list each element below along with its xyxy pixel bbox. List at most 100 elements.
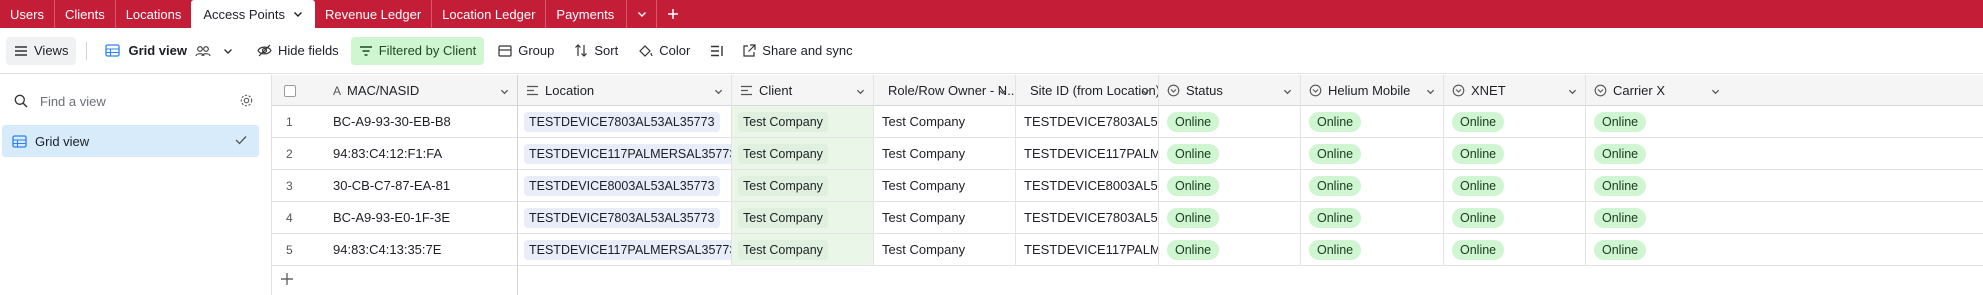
xnet-cell[interactable]: Online: [1444, 138, 1586, 169]
table-row[interactable]: 1 BC-A9-93-30-EB-B8 TESTDEVICE7803AL53AL…: [272, 106, 1983, 138]
tab-revenue-ledger[interactable]: Revenue Ledger: [315, 0, 433, 28]
xnet-cell[interactable]: Online: [1444, 202, 1586, 233]
current-view-button[interactable]: Grid view: [97, 37, 241, 65]
mac-cell[interactable]: 94:83:C4:12:F1:FA: [325, 138, 518, 169]
column-header-client[interactable]: Client: [732, 75, 874, 106]
site-id-cell[interactable]: TESTDEVICE7803AL53AL35...: [1016, 202, 1159, 233]
tab-access-points[interactable]: Access Points: [191, 0, 316, 28]
site-id-cell[interactable]: TESTDEVICE117PALMERSA...: [1016, 234, 1159, 265]
owner-cell[interactable]: Test Company: [874, 202, 1016, 233]
status-cell[interactable]: Online: [1159, 138, 1301, 169]
table-row[interactable]: 3 30-CB-C7-87-EA-81 TESTDEVICE8003AL53AL…: [272, 170, 1983, 202]
mac-cell[interactable]: 30-CB-C7-87-EA-81: [325, 170, 518, 201]
site-id-cell[interactable]: TESTDEVICE117PALMERSA...: [1016, 138, 1159, 169]
column-header-role-owner[interactable]: Role/Row Owner - N...: [874, 75, 1016, 106]
client-cell[interactable]: Test Company: [732, 170, 874, 201]
column-header-helium-mobile[interactable]: Helium Mobile: [1301, 75, 1444, 106]
chevron-down-icon[interactable]: [293, 9, 303, 19]
linked-record-pill[interactable]: Test Company: [738, 143, 828, 164]
carrier-cell[interactable]: Online: [1586, 138, 1728, 169]
location-cell[interactable]: TESTDEVICE117PALMERSAL35773: [518, 138, 732, 169]
color-button[interactable]: Color: [630, 37, 698, 65]
owner-cell[interactable]: Test Company: [874, 138, 1016, 169]
linked-record-pill[interactable]: TESTDEVICE7803AL53AL35773: [524, 207, 720, 228]
chevron-down-icon[interactable]: [1426, 87, 1435, 96]
gear-icon[interactable]: [239, 93, 254, 108]
sort-button[interactable]: Sort: [566, 37, 626, 65]
share-and-sync-button[interactable]: Share and sync: [734, 37, 860, 65]
helium-cell[interactable]: Online: [1301, 202, 1444, 233]
xnet-cell[interactable]: Online: [1444, 106, 1586, 137]
linked-record-pill[interactable]: TESTDEVICE7803AL53AL35773: [524, 111, 720, 132]
add-table-button[interactable]: [657, 0, 689, 28]
group-button[interactable]: Group: [490, 37, 562, 65]
status-cell[interactable]: Online: [1159, 170, 1301, 201]
carrier-cell[interactable]: Online: [1586, 234, 1728, 265]
helium-cell[interactable]: Online: [1301, 106, 1444, 137]
chevron-down-icon[interactable]: [998, 87, 1007, 96]
row-height-button[interactable]: [702, 37, 732, 65]
status-cell[interactable]: Online: [1159, 202, 1301, 233]
tab-locations[interactable]: Locations: [116, 0, 192, 28]
helium-cell[interactable]: Online: [1301, 170, 1444, 201]
client-cell[interactable]: Test Company: [732, 138, 874, 169]
filter-button[interactable]: Filtered by Client: [350, 36, 485, 65]
tab-clients[interactable]: Clients: [55, 0, 116, 28]
select-all-checkbox-cell[interactable]: [272, 75, 325, 106]
column-header-location[interactable]: Location: [518, 75, 732, 106]
chevron-down-icon[interactable]: [1141, 87, 1150, 96]
status-cell[interactable]: Online: [1159, 106, 1301, 137]
column-header-mac[interactable]: A MAC/NASID: [325, 75, 518, 106]
helium-cell[interactable]: Online: [1301, 138, 1444, 169]
linked-record-pill[interactable]: TESTDEVICE117PALMERSAL35773: [524, 143, 731, 164]
select-all-checkbox[interactable]: [284, 84, 296, 97]
search-input[interactable]: Find a view: [40, 94, 106, 109]
status-cell[interactable]: Online: [1159, 234, 1301, 265]
chevron-down-icon[interactable]: [1711, 87, 1720, 96]
hide-fields-button[interactable]: Hide fields: [249, 37, 347, 65]
tab-payments[interactable]: Payments: [546, 0, 628, 28]
location-cell[interactable]: TESTDEVICE7803AL53AL35773: [518, 106, 732, 137]
column-header-status[interactable]: Status: [1159, 75, 1301, 106]
linked-record-pill[interactable]: Test Company: [738, 111, 828, 132]
linked-record-pill[interactable]: Test Company: [738, 239, 828, 260]
chevron-down-icon[interactable]: [714, 87, 723, 96]
mac-cell[interactable]: 94:83:C4:13:35:7E: [325, 234, 518, 265]
xnet-cell[interactable]: Online: [1444, 170, 1586, 201]
helium-cell[interactable]: Online: [1301, 234, 1444, 265]
linked-record-pill[interactable]: TESTDEVICE117PALMERSAL35773: [524, 239, 731, 260]
carrier-cell[interactable]: Online: [1586, 106, 1728, 137]
more-tables-button[interactable]: [627, 0, 658, 28]
carrier-cell[interactable]: Online: [1586, 170, 1728, 201]
column-header-carrier-x[interactable]: Carrier X: [1586, 75, 1728, 106]
location-cell[interactable]: TESTDEVICE7803AL53AL35773: [518, 202, 732, 233]
add-record-button[interactable]: [280, 272, 296, 288]
owner-cell[interactable]: Test Company: [874, 170, 1016, 201]
location-cell[interactable]: TESTDEVICE117PALMERSAL35773: [518, 234, 732, 265]
owner-cell[interactable]: Test Company: [874, 234, 1016, 265]
mac-cell[interactable]: BC-A9-93-E0-1F-3E: [325, 202, 518, 233]
carrier-cell[interactable]: Online: [1586, 202, 1728, 233]
linked-record-pill[interactable]: Test Company: [738, 207, 828, 228]
mac-cell[interactable]: BC-A9-93-30-EB-B8: [325, 106, 518, 137]
owner-cell[interactable]: Test Company: [874, 106, 1016, 137]
chevron-down-icon[interactable]: [1283, 87, 1292, 96]
site-id-cell[interactable]: TESTDEVICE7803AL53AL35...: [1016, 106, 1159, 137]
tab-location-ledger[interactable]: Location Ledger: [432, 0, 547, 28]
chevron-down-icon[interactable]: [1568, 87, 1577, 96]
column-header-site-id[interactable]: Site ID (from Location): [1016, 75, 1159, 106]
location-cell[interactable]: TESTDEVICE8003AL53AL35773: [518, 170, 732, 201]
client-cell[interactable]: Test Company: [732, 202, 874, 233]
client-cell[interactable]: Test Company: [732, 106, 874, 137]
views-button[interactable]: Views: [6, 36, 77, 65]
xnet-cell[interactable]: Online: [1444, 234, 1586, 265]
table-row[interactable]: 4 BC-A9-93-E0-1F-3E TESTDEVICE7803AL53AL…: [272, 202, 1983, 234]
site-id-cell[interactable]: TESTDEVICE8003AL53AL35...: [1016, 170, 1159, 201]
table-row[interactable]: 2 94:83:C4:12:F1:FA TESTDEVICE117PALMERS…: [272, 138, 1983, 170]
linked-record-pill[interactable]: TESTDEVICE8003AL53AL35773: [524, 175, 720, 196]
find-view-search[interactable]: Find a view: [14, 89, 254, 113]
chevron-down-icon[interactable]: [500, 87, 509, 96]
table-row[interactable]: 5 94:83:C4:13:35:7E TESTDEVICE117PALMERS…: [272, 234, 1983, 266]
tab-users[interactable]: Users: [0, 0, 55, 28]
sidebar-item-grid-view[interactable]: Grid view: [2, 125, 259, 157]
